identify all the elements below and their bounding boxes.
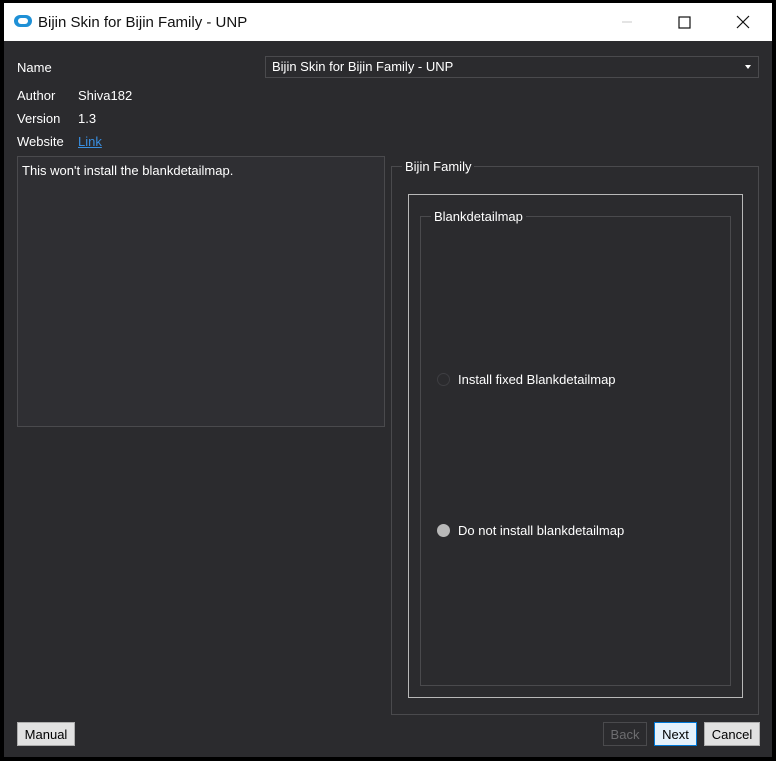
- radio-button-unchecked[interactable]: [437, 373, 450, 386]
- app-logo-icon: [14, 15, 32, 27]
- close-button[interactable]: [720, 3, 766, 41]
- radio-label: Do not install blankdetailmap: [458, 523, 625, 538]
- manual-button[interactable]: Manual: [17, 722, 75, 746]
- name-select-value: Bijin Skin for Bijin Family - UNP: [272, 59, 454, 74]
- chevron-down-icon: [745, 65, 751, 69]
- radio-button-checked[interactable]: [437, 524, 450, 537]
- radio-do-not-install[interactable]: Do not install blankdetailmap: [437, 523, 624, 538]
- description-box: This won't install the blankdetailmap.: [17, 156, 385, 427]
- window-title: Bijin Skin for Bijin Family - UNP: [38, 14, 248, 31]
- subgroup-title: Blankdetailmap: [431, 209, 526, 224]
- website-link[interactable]: Link: [78, 134, 102, 149]
- website-label: Website: [17, 134, 64, 149]
- maximize-button[interactable]: [661, 3, 707, 41]
- minimize-button[interactable]: [604, 3, 650, 41]
- author-value: Shiva182: [78, 88, 133, 103]
- subgroup-box: [420, 216, 731, 686]
- options-group-title: Bijin Family: [402, 159, 475, 174]
- title-bar: Bijin Skin for Bijin Family - UNP: [4, 3, 772, 41]
- cancel-button[interactable]: Cancel: [704, 722, 760, 746]
- next-button[interactable]: Next: [654, 722, 697, 746]
- back-button[interactable]: Back: [603, 722, 647, 746]
- installer-window: Bijin Skin for Bijin Family - UNP Name B…: [4, 3, 772, 757]
- version-label: Version: [17, 111, 61, 126]
- minimize-icon: [622, 21, 632, 23]
- name-select[interactable]: Bijin Skin for Bijin Family - UNP: [265, 56, 759, 78]
- name-label: Name: [17, 60, 52, 75]
- author-label: Author: [17, 88, 56, 103]
- version-value: 1.3: [78, 111, 97, 126]
- close-icon: [736, 15, 750, 29]
- maximize-icon: [677, 15, 691, 29]
- radio-install-fixed[interactable]: Install fixed Blankdetailmap: [437, 372, 616, 387]
- radio-label: Install fixed Blankdetailmap: [458, 372, 616, 387]
